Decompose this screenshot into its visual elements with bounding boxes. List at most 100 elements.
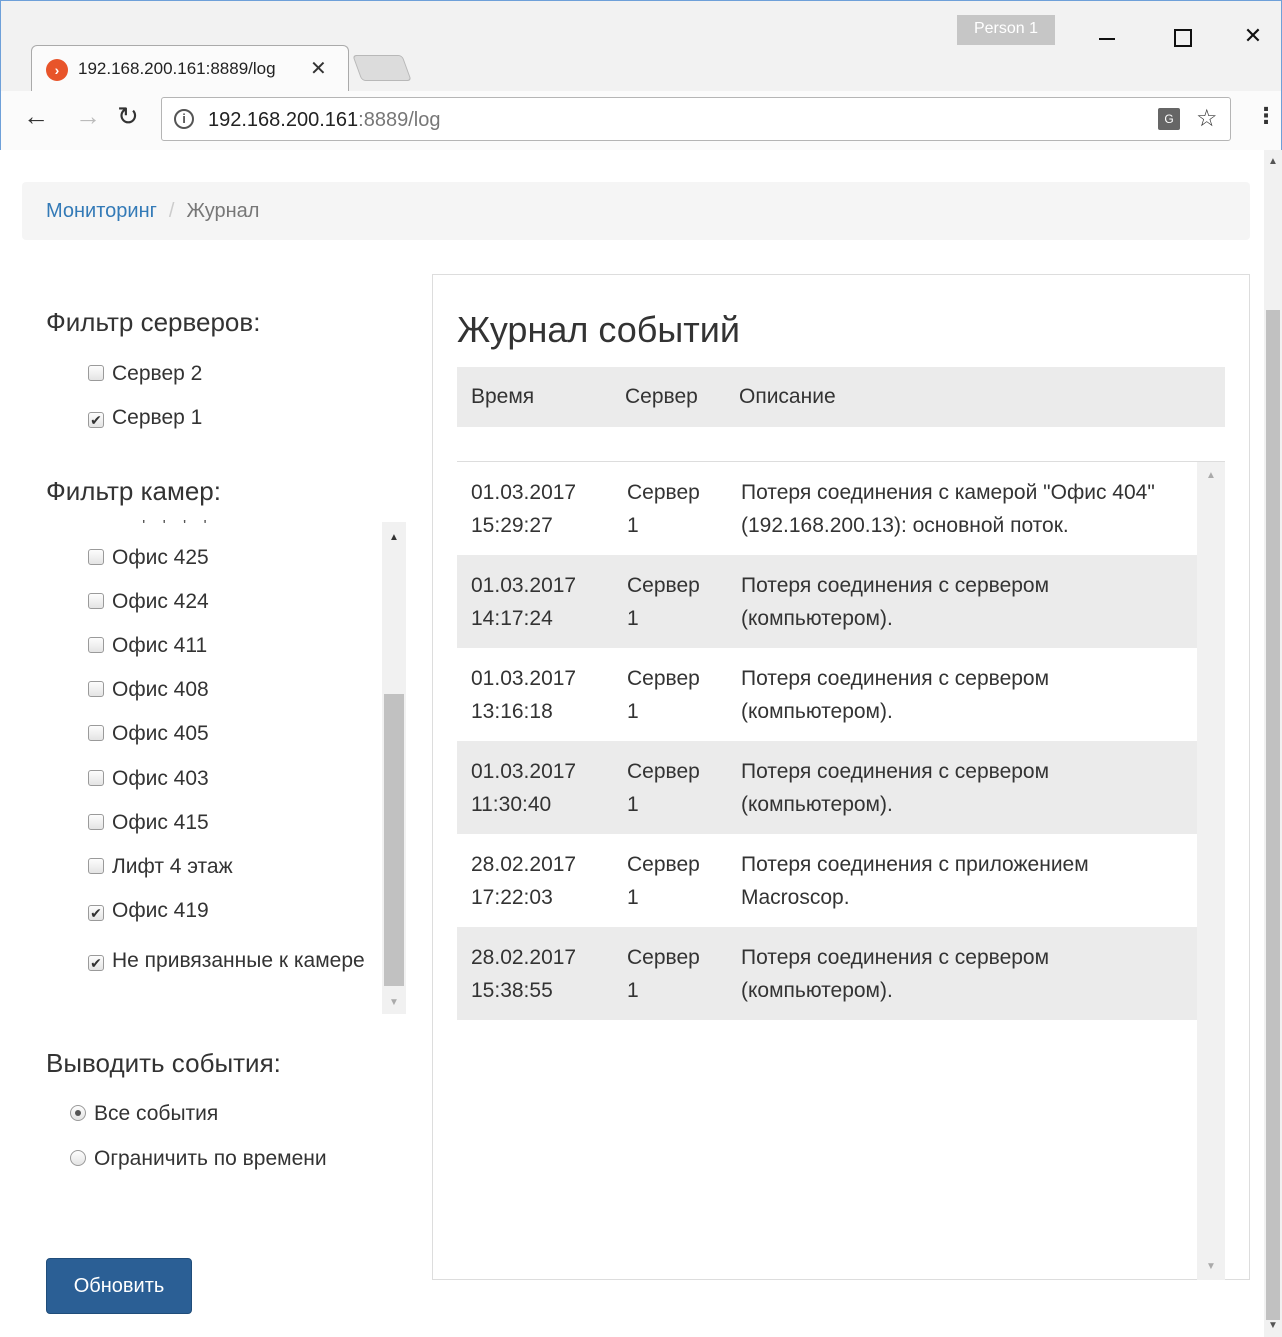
- scroll-up-arrow-icon[interactable]: ▲: [1268, 156, 1278, 167]
- log-date: 01.03.2017: [471, 481, 577, 504]
- log-cell-description: Потеря соединения с сервером (компьютеро…: [741, 667, 1050, 723]
- checkbox[interactable]: [88, 858, 104, 874]
- log-cell-description: Потеря соединения с сервером (компьютеро…: [741, 574, 1050, 630]
- tab-title: 192.168.200.161:8889/log: [78, 59, 276, 78]
- camera-list-scrollbar[interactable]: ▲ ▼: [382, 522, 406, 1014]
- refresh-button[interactable]: Обновить: [46, 1258, 192, 1314]
- column-header-server[interactable]: Сервер: [625, 385, 698, 409]
- checkbox-checked[interactable]: ✔: [88, 412, 104, 428]
- scrollbar-thumb[interactable]: [384, 694, 404, 986]
- scroll-down-arrow-icon[interactable]: ▼: [1268, 1320, 1278, 1331]
- checkbox[interactable]: [88, 814, 104, 830]
- camera-filter-option[interactable]: Офис 411: [88, 634, 207, 658]
- log-server-num: 1: [627, 886, 639, 909]
- camera-option-label: Офис 408: [112, 678, 209, 701]
- profile-button[interactable]: Person 1: [957, 15, 1055, 45]
- breadcrumb-separator: /: [168, 200, 175, 222]
- camera-filter-option[interactable]: Офис 415: [88, 811, 209, 835]
- camera-option-label: Офис 424: [112, 590, 209, 613]
- log-server-num: 1: [627, 607, 639, 630]
- camera-filter-option[interactable]: Офис 425: [88, 546, 209, 570]
- column-header-description[interactable]: Описание: [739, 385, 836, 409]
- scroll-up-arrow-icon[interactable]: ▲: [389, 532, 399, 543]
- bookmark-star-icon[interactable]: ☆: [1196, 104, 1218, 133]
- checkbox[interactable]: [88, 365, 104, 381]
- close-window-icon[interactable]: ✕: [1233, 19, 1273, 53]
- checkbox[interactable]: [88, 637, 104, 653]
- events-option-time-limit[interactable]: Ограничить по времени: [70, 1147, 327, 1171]
- log-scrollbar[interactable]: ▲ ▼: [1197, 462, 1225, 1280]
- new-tab-button[interactable]: [352, 55, 412, 81]
- log-table-body[interactable]: 01.03.2017 15:29:27 Сервер 1 Потеря соедин…: [457, 461, 1225, 1280]
- log-cell-time: 01.03.2017 13:16:18: [471, 662, 601, 728]
- radio[interactable]: [70, 1150, 86, 1166]
- tab-close-icon[interactable]: ✕: [310, 56, 327, 81]
- browser-menu-icon[interactable]: ⋮: [1255, 103, 1277, 129]
- events-option-label: Все события: [94, 1102, 219, 1125]
- log-time: 14:17:24: [471, 607, 553, 630]
- log-cell-description: Потеря соединения с приложением Macrosco…: [741, 853, 1089, 909]
- address-bar[interactable]: i 192.168.200.161:8889/log G ☆: [161, 97, 1231, 141]
- camera-filter-option[interactable]: Офис 405: [88, 722, 209, 746]
- log-cell-server: Сервер 1: [627, 848, 717, 914]
- minimize-icon[interactable]: [1087, 19, 1127, 53]
- back-icon[interactable]: ←: [23, 101, 49, 132]
- log-cell-time: 28.02.2017 15:38:55: [471, 941, 601, 1007]
- camera-filter-option[interactable]: Лифт 4 этаж: [88, 855, 233, 879]
- checkbox[interactable]: [88, 593, 104, 609]
- camera-filter-option[interactable]: ✔ Не привязанные к камере: [66, 944, 366, 977]
- log-server-name: Сервер: [627, 481, 700, 504]
- camera-filter-option[interactable]: Офис 424: [88, 590, 209, 614]
- scroll-down-arrow-icon[interactable]: ▼: [1206, 1261, 1216, 1272]
- server-filter-option[interactable]: Сервер 2: [88, 362, 202, 386]
- log-date: 01.03.2017: [471, 667, 577, 690]
- log-server-name: Сервер: [627, 760, 700, 783]
- log-server-name: Сервер: [627, 574, 700, 597]
- log-cell-time: 28.02.2017 17:22:03: [471, 848, 601, 914]
- log-time: 17:22:03: [471, 886, 553, 909]
- checkbox[interactable]: [88, 549, 104, 565]
- log-cell-server: Сервер 1: [627, 476, 717, 542]
- server-filter-option[interactable]: ✔ Сервер 1: [88, 406, 202, 430]
- events-option-all[interactable]: Все события: [70, 1102, 218, 1126]
- scrollbar-thumb[interactable]: [1266, 310, 1280, 1320]
- reload-icon[interactable]: ↻: [117, 101, 139, 132]
- checkbox-checked[interactable]: ✔: [88, 955, 104, 971]
- log-cell-time: 01.03.2017 11:30:40: [471, 755, 601, 821]
- log-server-num: 1: [627, 793, 639, 816]
- camera-option-label: Не привязанные к камере: [112, 949, 365, 972]
- log-cell-server: Сервер 1: [627, 941, 717, 1007]
- url-text[interactable]: 192.168.200.161:8889/log: [208, 109, 440, 132]
- checkbox-checked[interactable]: ✔: [88, 905, 104, 921]
- log-time: 15:38:55: [471, 979, 553, 1002]
- checkbox[interactable]: [88, 681, 104, 697]
- page-scrollbar[interactable]: ▲ ▼: [1264, 150, 1282, 1337]
- column-header-time[interactable]: Время: [471, 385, 534, 409]
- checkbox[interactable]: [88, 770, 104, 786]
- forward-icon[interactable]: →: [75, 101, 101, 132]
- log-cell-time: 01.03.2017 15:29:27: [471, 476, 601, 542]
- browser-tab[interactable]: › 192.168.200.161:8889/log ✕: [31, 45, 349, 93]
- maximize-icon[interactable]: [1161, 19, 1201, 53]
- camera-filter-option[interactable]: ✔ Офис 419: [88, 899, 209, 923]
- events-filter-title: Выводить события:: [46, 1048, 281, 1078]
- events-option-label: Ограничить по времени: [94, 1147, 327, 1170]
- log-server-name: Сервер: [627, 946, 700, 969]
- checkbox[interactable]: [88, 725, 104, 741]
- event-log-panel: Журнал событий Время Сервер Описание 01.…: [432, 274, 1250, 1280]
- url-host: 192.168.200.161: [208, 109, 359, 131]
- translate-icon[interactable]: G: [1158, 108, 1180, 130]
- log-date: 28.02.2017: [471, 946, 577, 969]
- browser-chrome: Person 1 ✕ › 192.168.200.161:8889/log ✕ …: [0, 0, 1282, 151]
- camera-filter-list[interactable]: ' ' ' ' Офис 425 Офис 424 Офис 411 Офис …: [66, 520, 408, 1016]
- radio-selected[interactable]: [70, 1105, 86, 1121]
- breadcrumb-link-monitoring[interactable]: Мониторинг: [46, 200, 157, 222]
- camera-filter-option[interactable]: Офис 408: [88, 678, 209, 702]
- log-table-header: Время Сервер Описание: [457, 367, 1225, 427]
- camera-filter-option[interactable]: Офис 403: [88, 767, 209, 791]
- scroll-up-arrow-icon[interactable]: ▲: [1206, 470, 1216, 481]
- scroll-down-arrow-icon[interactable]: ▼: [389, 997, 399, 1008]
- info-icon[interactable]: i: [174, 109, 194, 129]
- breadcrumb-current: Журнал: [186, 200, 260, 222]
- log-cell-description: Потеря соединения с сервером (компьютеро…: [741, 760, 1050, 816]
